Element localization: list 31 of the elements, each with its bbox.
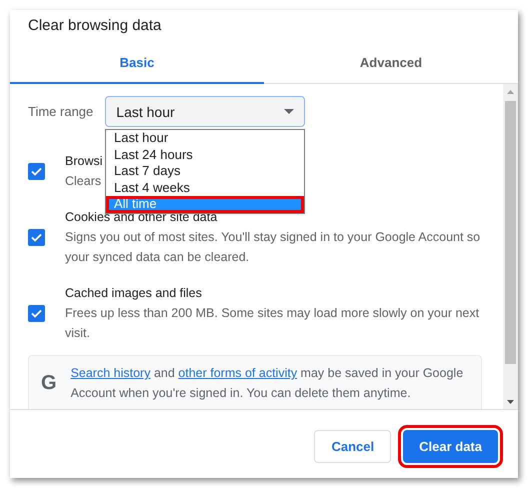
cancel-button[interactable]: Cancel	[314, 430, 392, 462]
clear-data-button[interactable]: Clear data	[403, 430, 498, 462]
caret-icon	[284, 109, 294, 114]
tab[interactable]: Basic	[10, 43, 264, 84]
checkmark-icon	[31, 232, 42, 242]
option-description: Frees up less than 200 MB. Some sites may load more slowly on your next visit.	[65, 305, 480, 342]
g-logo-icon: G	[41, 372, 57, 395]
option-description: Clears	[65, 173, 102, 190]
tab[interactable]: Advanced	[264, 43, 518, 84]
dropdown-option[interactable]: Last 4 weeks	[106, 180, 304, 196]
dropdown-option[interactable]: Last hour	[106, 130, 304, 147]
option-title: Browsi	[65, 153, 103, 170]
scrollbar[interactable]	[503, 84, 518, 409]
checkbox[interactable]	[28, 228, 45, 246]
link[interactable]: Search history	[70, 366, 150, 380]
dropdown-option[interactable]: Last 24 hours	[106, 146, 304, 164]
time-range-dropdown[interactable]: Last hour	[105, 96, 306, 127]
option-title: Cached images and files	[65, 285, 202, 302]
checkmark-icon	[31, 308, 42, 318]
option-description: Signs you out of most sites. You'll stay signed in to your Google Account so your synced data can be cleared.	[65, 229, 482, 266]
info-text: Search history and other forms of activity may be saved in your Google Account when you're signed in. You can delete them anytime.	[70, 365, 464, 402]
dropdown-option[interactable]: Last 7 days	[106, 163, 304, 180]
link[interactable]: other forms of activity	[178, 366, 298, 380]
scroll-down-icon[interactable]	[507, 400, 514, 404]
checkmark-icon	[31, 166, 42, 176]
field-label: Time range	[28, 104, 94, 119]
dropdown-option[interactable]: All time	[106, 196, 304, 213]
checkbox[interactable]	[28, 304, 45, 322]
scroll-up-icon[interactable]	[507, 90, 514, 94]
checkbox[interactable]	[28, 162, 45, 180]
dialog-title: Clear browsing data	[27, 16, 162, 36]
